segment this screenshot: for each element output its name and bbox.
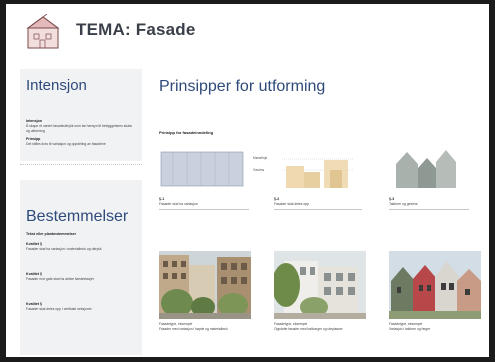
- bestemmelser-group-title: Kvalitet §: [26, 302, 42, 306]
- bestemmelser-intro: Tekst eller planbestemmelser: [26, 232, 77, 236]
- intensjon-panel: Intensjon Intensjon Å skape et variert f…: [20, 69, 142, 161]
- intensjon-p2-text: Det stilles krav til variasjon og oppdel…: [26, 142, 106, 146]
- facade-photo-2: [274, 251, 366, 319]
- principles-heading: Prinsipper for utforming: [159, 78, 326, 95]
- photo-caption: Fasadetype, eksempel: [274, 322, 308, 326]
- column-head: §-1: [159, 197, 165, 201]
- page-title: TEMA: Fasade: [76, 20, 196, 39]
- text-line: [389, 209, 469, 211]
- facade-photo-3: [389, 251, 481, 319]
- text-line: [274, 209, 362, 211]
- photo-caption: Fasadetype, eksempel: [389, 322, 423, 326]
- bestemmelser-panel: Bestemmelser Tekst eller planbestemmelse…: [20, 180, 142, 355]
- column-text: Fasader skal deles opp: [274, 202, 310, 206]
- intensjon-heading: Intensjon: [26, 77, 87, 94]
- divider: [20, 164, 142, 165]
- bestemmelser-group-text: Fasader skal deles opp i vertikale seksj…: [26, 307, 92, 311]
- facade-photo-1: [159, 251, 251, 319]
- bestemmelser-group-title: Kvalitet §: [26, 272, 42, 276]
- house-icon: [26, 14, 60, 49]
- facade-diagram-stepped: [282, 158, 354, 188]
- facade-diagram-gable: [396, 150, 456, 188]
- diagram-label: Mønelinje: [253, 156, 268, 160]
- bestemmelser-group-text: Fasader mot gate skal ha aktive førsteet…: [26, 277, 94, 281]
- photo-caption-2: Variasjon i takform og farger: [389, 327, 431, 331]
- intensjon-p1-title: Intensjon: [26, 119, 42, 123]
- column-text: Fasader skal ha variasjon: [159, 202, 198, 206]
- column-text: Takform og gesims: [389, 202, 418, 206]
- text-line: [159, 209, 249, 211]
- intensjon-p2-title: Prinsipp: [26, 137, 41, 141]
- principles-subheading: Prinsipp for fasadeinndeling: [159, 130, 214, 135]
- photo-caption-2: Fasader med variasjon i høyde og materia…: [159, 327, 228, 331]
- facade-diagram-flat: [160, 151, 244, 187]
- bestemmelser-group-text: Fasader skal ha variasjon i materialbruk…: [26, 247, 102, 251]
- photo-caption-2: Oppdelte fasader med balkonger og utepla…: [274, 327, 343, 331]
- intensjon-p1-text: Å skape et variert fasadeuttrykk som tar…: [26, 124, 132, 133]
- diagram-label: Gesims: [253, 168, 265, 172]
- bestemmelser-group-title: Kvalitet §: [26, 242, 42, 246]
- bestemmelser-heading: Bestemmelser: [26, 208, 129, 225]
- document-page: TEMA: Fasade Intensjon Intensjon Å skape…: [6, 4, 489, 357]
- photo-caption: Fasadetype, eksempel: [159, 322, 193, 326]
- column-head: §-3: [389, 197, 395, 201]
- column-head: §-2: [274, 197, 280, 201]
